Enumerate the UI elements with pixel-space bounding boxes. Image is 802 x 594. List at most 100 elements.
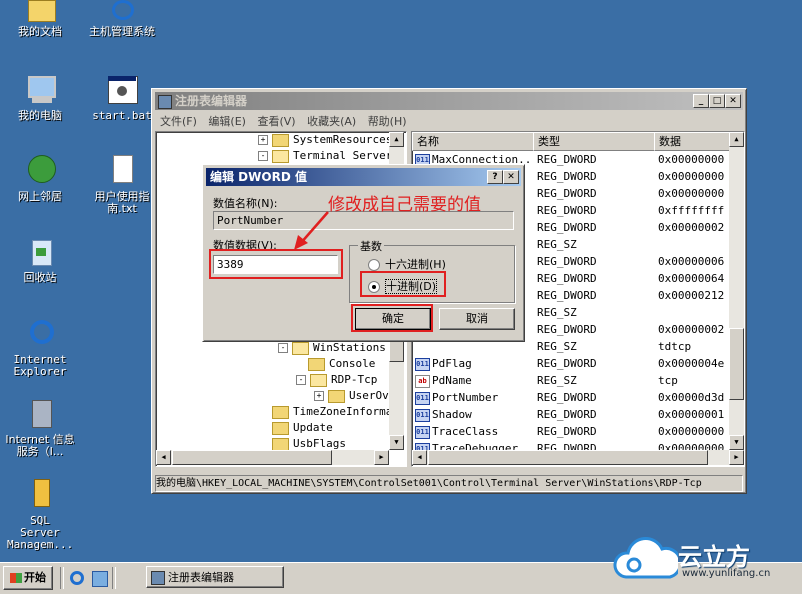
values-vertical-scrollbar[interactable]: ▲ ▼	[729, 132, 744, 450]
registry-value-row[interactable]: 011 Shadow REG_DWORD 0x00000001	[412, 406, 730, 423]
desktop-icon-start-bat[interactable]: start.bat	[82, 74, 162, 122]
folder-icon	[272, 133, 289, 147]
value-type: REG_DWORD	[537, 187, 597, 200]
desktop-icon-recycle-bin[interactable]: 回收站	[0, 236, 80, 284]
value-data: tdtcp	[658, 340, 692, 353]
value-type: REG_SZ	[537, 238, 577, 251]
scroll-up-icon[interactable]: ▲	[389, 132, 404, 147]
value-data: 0x00000000	[658, 153, 725, 166]
maximize-button[interactable]: □	[709, 94, 725, 108]
tree-node[interactable]: + UserOv	[314, 388, 389, 404]
column-header-name[interactable]: 名称	[412, 132, 534, 151]
minimize-button[interactable]: _	[693, 94, 709, 108]
registry-value-row[interactable]: ab PdName REG_SZ tcp	[412, 372, 730, 389]
desktop-icon-host-manager[interactable]: 主机管理系统	[82, 0, 162, 38]
desktop-icon-label: start.bat	[92, 109, 152, 122]
cancel-button[interactable]: 取消	[439, 308, 515, 330]
registry-value-row[interactable]: 011 TraceClass REG_DWORD 0x00000000	[412, 423, 730, 440]
value-data: 0x00000000	[658, 425, 725, 438]
close-button[interactable]: ✕	[725, 94, 741, 108]
scroll-left-icon[interactable]: ◀	[412, 450, 427, 465]
scroll-up-icon[interactable]: ▲	[729, 132, 744, 147]
menu-help[interactable]: 帮助(H)	[368, 115, 407, 128]
value-type: REG_DWORD	[537, 170, 597, 183]
desktop-icon-my-computer[interactable]: 我的电脑	[0, 74, 80, 122]
annotation-highlight-box	[360, 271, 446, 297]
scroll-thumb[interactable]	[428, 450, 708, 465]
annotation-arrow-icon	[294, 211, 329, 250]
taskbar-regedit-button[interactable]: 注册表编辑器	[146, 566, 284, 588]
radio-hex[interactable]: 十六进制(H)	[368, 256, 446, 272]
start-button[interactable]: 开始	[3, 566, 53, 590]
scroll-down-icon[interactable]: ▼	[389, 435, 404, 450]
dword-value-icon: 011	[415, 408, 430, 422]
value-type: REG_DWORD	[537, 323, 597, 336]
tree-node[interactable]: - WinStations	[278, 340, 386, 356]
value-name-cell: 011 PortNumber	[412, 389, 532, 406]
scroll-right-icon[interactable]: ▶	[729, 450, 744, 465]
scroll-right-icon[interactable]: ▶	[374, 450, 389, 465]
expand-icon[interactable]: +	[314, 391, 324, 401]
value-name-cell: 011 PdFlag	[412, 355, 532, 372]
quicklaunch-desktop-icon[interactable]	[92, 571, 108, 587]
scroll-thumb[interactable]	[729, 328, 744, 400]
window-title: 注册表编辑器	[175, 94, 248, 108]
taskbar-divider	[60, 567, 64, 589]
menu-view[interactable]: 查看(V)	[257, 115, 295, 128]
collapse-icon[interactable]: -	[258, 151, 268, 161]
tree-node[interactable]: - Terminal Server	[258, 148, 392, 164]
registry-value-row[interactable]: 011 PdFlag REG_DWORD 0x0000004e	[412, 355, 730, 372]
tree-node[interactable]: + SystemResources	[258, 132, 392, 148]
value-type: REG_DWORD	[537, 221, 597, 234]
desktop-icon-label: Internet 信息服务（I...	[5, 433, 75, 458]
collapse-icon[interactable]: -	[278, 343, 288, 353]
value-name: PdFlag	[432, 357, 472, 370]
scroll-down-icon[interactable]: ▼	[729, 435, 744, 450]
menu-file[interactable]: 文件(F)	[160, 115, 197, 128]
value-type: REG_DWORD	[537, 357, 597, 370]
values-horizontal-scrollbar[interactable]: ◀ ▶	[412, 450, 744, 465]
status-bar: 我的电脑\HKEY_LOCAL_MACHINE\SYSTEM\ControlSe…	[155, 475, 743, 492]
tree-node[interactable]: - RDP-Tcp	[296, 372, 377, 388]
desktop-icon-label: 主机管理系统	[89, 25, 155, 38]
column-header-type[interactable]: 类型	[533, 132, 655, 151]
scroll-thumb[interactable]	[172, 450, 332, 465]
menu-edit[interactable]: 编辑(E)	[208, 115, 246, 128]
windows-logo-icon	[10, 573, 22, 583]
desktop-icon-sql-server[interactable]: SQL Server Managem...	[0, 479, 80, 551]
value-data: 0x00000212	[658, 289, 725, 302]
network-globe-icon	[24, 155, 56, 187]
scroll-left-icon[interactable]: ◀	[156, 450, 171, 465]
value-type: REG_DWORD	[537, 255, 597, 268]
internet-explorer-icon	[24, 318, 56, 350]
expand-icon[interactable]: +	[258, 135, 268, 145]
value-data: 0x00000002	[658, 323, 725, 336]
desktop-icon-user-guide[interactable]: 用户使用指南.txt	[82, 155, 162, 215]
annotation-highlight-box	[209, 249, 343, 279]
quicklaunch-ie-icon[interactable]	[70, 571, 84, 585]
value-type: REG_DWORD	[537, 408, 597, 421]
tree-node[interactable]: TimeZoneInformat	[272, 404, 399, 420]
regedit-titlebar[interactable]: 注册表编辑器 _ □ ✕	[155, 92, 743, 110]
menu-favorites[interactable]: 收藏夹(A)	[307, 115, 356, 128]
value-data: 0x00000006	[658, 255, 725, 268]
tree-node[interactable]: Update	[272, 420, 333, 436]
help-button[interactable]: ?	[487, 170, 503, 184]
value-data: 0x00000064	[658, 272, 725, 285]
desktop-icon-my-documents[interactable]: 我的文档	[0, 0, 80, 38]
dialog-title: 编辑 DWORD 值	[210, 170, 307, 184]
desktop-icon-iis[interactable]: Internet 信息服务（I...	[0, 398, 80, 458]
value-data: 0x00000001	[658, 408, 725, 421]
tree-horizontal-scrollbar[interactable]: ◀ ▶	[156, 450, 389, 465]
desktop-icon-internet-explorer[interactable]: Internet Explorer	[0, 318, 80, 378]
registry-value-row[interactable]: 011 PortNumber REG_DWORD 0x00000d3d	[412, 389, 730, 406]
dialog-titlebar[interactable]: 编辑 DWORD 值 ? ✕	[206, 168, 521, 186]
folder-open-icon	[310, 373, 327, 387]
cloud-logo-icon	[613, 537, 678, 579]
value-type: REG_DWORD	[537, 289, 597, 302]
desktop-icon-network[interactable]: 网上邻居	[0, 155, 80, 203]
close-button[interactable]: ✕	[503, 170, 519, 184]
tree-node[interactable]: Console	[308, 356, 375, 372]
collapse-icon[interactable]: -	[296, 375, 306, 385]
column-header-data[interactable]: 数据	[654, 132, 740, 151]
